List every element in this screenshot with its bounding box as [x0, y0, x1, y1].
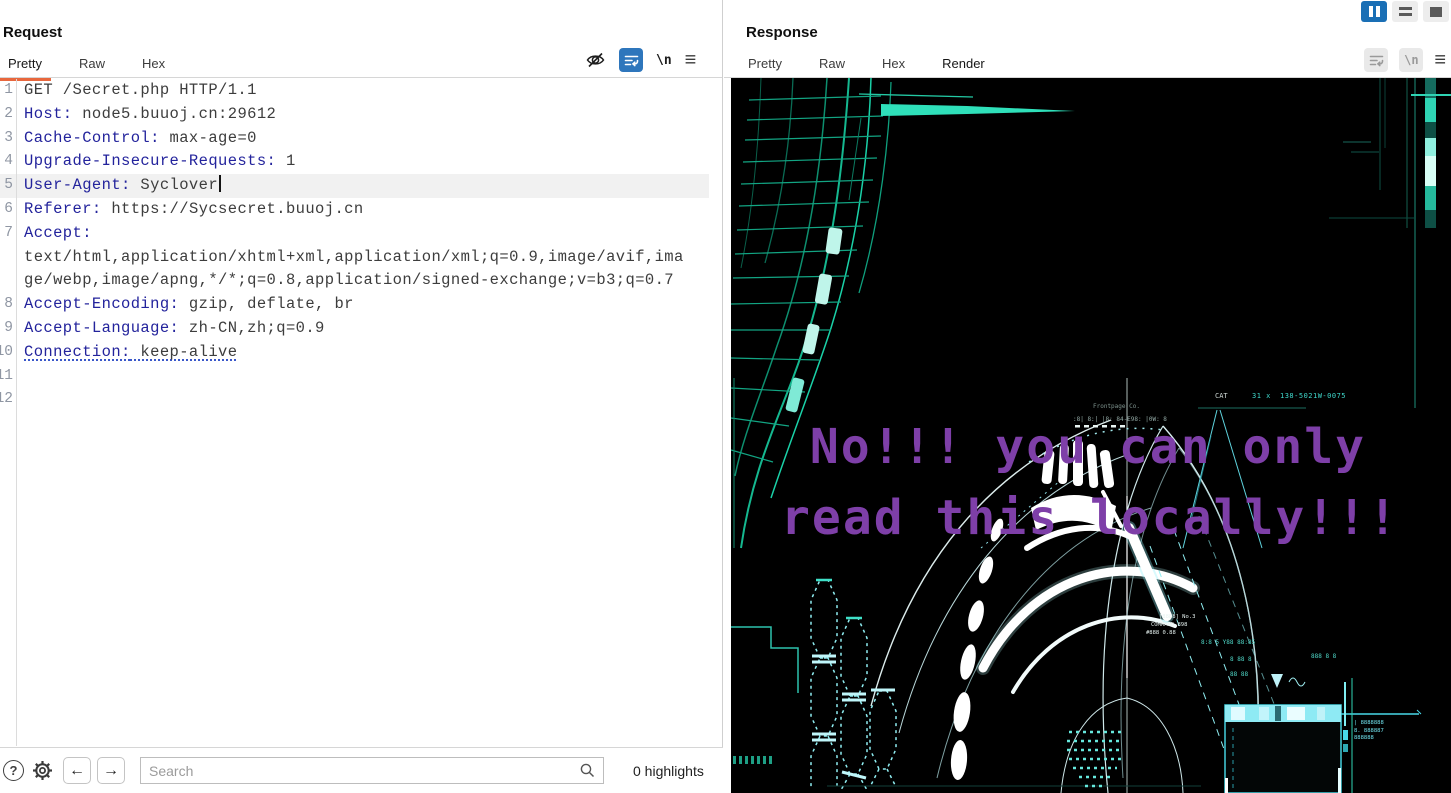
svg-text:8 88 8: 8 88 8 — [1230, 656, 1252, 663]
code-line[interactable]: ge/webp,image/apng,*/*;q=0.8,application… — [0, 269, 709, 293]
line-text: Host: node5.buuoj.cn:29612 — [24, 104, 277, 123]
line-text: Upgrade-Insecure-Requests: 1 — [24, 152, 296, 171]
previous-match-button[interactable]: ← — [63, 757, 91, 784]
response-panel-title: Response — [746, 24, 818, 41]
show-newlines-icon-disabled[interactable]: \n — [1399, 48, 1424, 72]
line-number: 2 — [4, 105, 13, 122]
next-match-button[interactable]: → — [97, 757, 125, 784]
code-line[interactable]: 6 Referer: https://Sycsecret.buuoj.cn — [0, 198, 709, 222]
search-footer: ? ← → Search 0 highlights — [0, 747, 723, 793]
render-art: CAT 31 x 138-5021W-0075 Frontpage Co. :8… — [731, 78, 1451, 793]
code-line[interactable]: 7 Accept: — [0, 222, 709, 246]
code-line[interactable]: 12 — [0, 388, 709, 412]
text-cursor — [219, 175, 221, 193]
line-number: 12 — [0, 391, 13, 408]
svg-text:8:8 5 Y88 88:85: 8:8 5 Y88 88:85 — [1201, 639, 1256, 646]
svg-text:#888 0.88: #888 0.88 — [1146, 630, 1176, 636]
code-line[interactable]: 9 Accept-Language: zh-CN,zh;q=0.9 — [0, 317, 709, 341]
svg-text:31 x: 31 x — [1252, 392, 1271, 400]
render-message-line1: No!!! you can only — [810, 419, 1366, 475]
line-number: 8 — [4, 296, 13, 313]
svg-text:[8888] No.3: [8888] No.3 — [1159, 614, 1195, 620]
layout-single-button[interactable] — [1423, 1, 1449, 22]
response-panel: Response Pretty Raw Hex Render \n ≡ CAT … — [724, 0, 1451, 793]
line-number: 10 — [0, 343, 13, 360]
request-editor-lines: 1 GET /Secret.php HTTP/1.1 2 Host: node5.bu… — [0, 79, 709, 412]
right-glitch-lines — [1329, 78, 1451, 408]
layout-controls — [1361, 1, 1449, 22]
line-text: Cache-Control: max-age=0 — [24, 128, 257, 147]
code-line[interactable]: 4 Upgrade-Insecure-Requests: 1 — [0, 150, 709, 174]
request-panel: Request Pretty Raw Hex \n ≡ 1 GET /Secre… — [0, 0, 723, 793]
hex-joints — [812, 578, 895, 780]
line-text: text/html,application/xhtml+xml,applicat… — [24, 247, 684, 266]
code-line[interactable]: text/html,application/xhtml+xml,applicat… — [0, 246, 709, 270]
svg-text:8. 888887: 8. 888887 — [1354, 728, 1384, 734]
request-header-divider — [0, 77, 722, 78]
svg-text:| 8888888: | 8888888 — [1354, 720, 1384, 726]
show-newlines-icon[interactable]: \n — [656, 53, 672, 68]
line-text: Referer: https://Sycsecret.buuoj.cn — [24, 199, 364, 218]
line-number: 6 — [4, 200, 13, 217]
line-number: 1 — [4, 82, 13, 98]
response-toolbar: \n ≡ — [1364, 48, 1446, 72]
help-icon[interactable]: ? — [3, 760, 24, 781]
line-text: Connection: keep-alive — [24, 342, 238, 361]
layout-rows-button[interactable] — [1392, 1, 1418, 22]
burp-http-message-viewer: Request Pretty Raw Hex \n ≡ 1 GET /Secre… — [0, 0, 1451, 793]
svg-text:CAT: CAT — [1215, 392, 1228, 400]
svg-text:138-5021W-0075: 138-5021W-0075 — [1280, 392, 1346, 400]
svg-text:COMMAND 898: COMMAND 898 — [1151, 622, 1187, 628]
request-toolbar: \n ≡ — [585, 48, 696, 72]
svg-text:888888: 888888 — [1354, 735, 1374, 741]
line-text: ge/webp,image/apng,*/*;q=0.8,application… — [24, 271, 675, 290]
code-line[interactable]: 3 Cache-Control: max-age=0 — [0, 127, 709, 151]
search-input[interactable] — [141, 762, 579, 779]
render-message-line2: read this locally!!! — [781, 490, 1399, 546]
rendered-response-page[interactable]: CAT 31 x 138-5021W-0075 Frontpage Co. :8… — [731, 78, 1451, 793]
code-line[interactable]: 1 GET /Secret.php HTTP/1.1 — [0, 79, 709, 103]
search-box — [140, 757, 604, 784]
wireframe-graphic — [731, 78, 1075, 549]
blueprint-panel — [1224, 674, 1422, 793]
line-number: 7 — [4, 224, 13, 241]
highlights-count: 0 highlights — [633, 762, 704, 779]
hex-chains — [810, 579, 897, 791]
request-panel-title: Request — [3, 24, 63, 41]
line-number: 3 — [4, 129, 13, 146]
line-text: Accept: — [24, 223, 92, 242]
soft-wrap-icon-disabled[interactable] — [1364, 48, 1389, 72]
hide-highlights-eye-icon[interactable] — [585, 50, 606, 70]
code-line[interactable]: 2 Host: node5.buuoj.cn:29612 — [0, 103, 709, 127]
code-line[interactable]: 5 User-Agent: Syclover — [0, 174, 709, 198]
svg-text:888 8 8: 888 8 8 — [1311, 653, 1337, 660]
line-text: GET /Secret.php HTTP/1.1 — [24, 81, 257, 99]
dot-mesh — [1067, 730, 1123, 788]
line-text: User-Agent: Syclover — [24, 175, 221, 194]
search-settings-gear-icon[interactable] — [30, 758, 55, 783]
gutter-separator — [16, 79, 17, 746]
line-number: 5 — [4, 177, 13, 194]
svg-text:Frontpage Co.: Frontpage Co. — [1093, 403, 1140, 410]
line-number: 11 — [0, 367, 13, 384]
request-menu-icon[interactable]: ≡ — [685, 50, 697, 70]
search-icon — [579, 762, 596, 779]
response-menu-icon[interactable]: ≡ — [1434, 50, 1446, 70]
line-number: 4 — [4, 153, 13, 170]
code-line[interactable]: 10 Connection: keep-alive — [0, 341, 709, 365]
soft-wrap-icon[interactable] — [619, 48, 643, 72]
line-text: Accept-Encoding: gzip, deflate, br — [24, 295, 354, 314]
line-number: 9 — [4, 319, 13, 336]
request-editor[interactable]: 1 GET /Secret.php HTTP/1.1 2 Host: node5.bu… — [0, 79, 709, 747]
layout-columns-button[interactable] — [1361, 1, 1387, 22]
code-line[interactable]: 8 Accept-Encoding: gzip, deflate, br — [0, 293, 709, 317]
svg-text:88 88: 88 88 — [1230, 671, 1248, 678]
code-line[interactable]: 11 — [0, 365, 709, 389]
line-text: Accept-Language: zh-CN,zh;q=0.9 — [24, 318, 325, 337]
